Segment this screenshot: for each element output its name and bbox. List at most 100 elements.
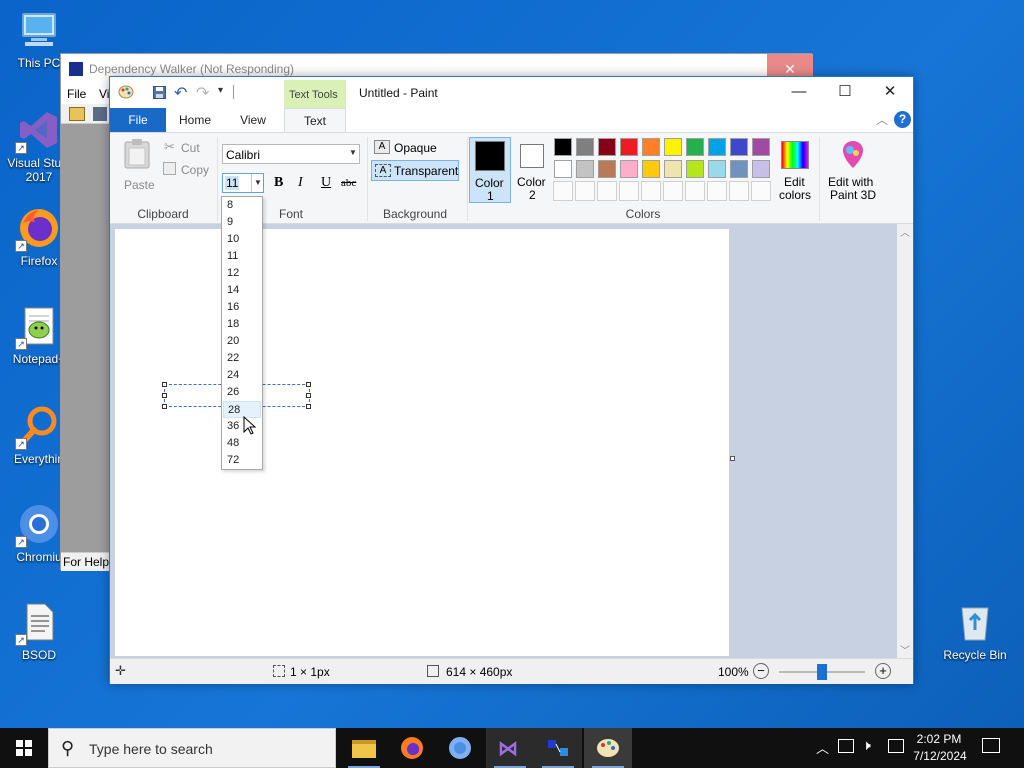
palette-swatch[interactable] bbox=[664, 160, 682, 178]
palette-swatch[interactable] bbox=[554, 138, 572, 156]
cut-button[interactable]: Cut bbox=[181, 141, 200, 155]
search-box[interactable]: ⚲ Type here to search bbox=[48, 728, 336, 768]
open-folder-icon[interactable] bbox=[69, 107, 85, 121]
palette-swatch[interactable] bbox=[620, 138, 638, 156]
copy-button[interactable]: Copy bbox=[181, 163, 209, 177]
taskbar-file-explorer[interactable] bbox=[340, 728, 388, 768]
paint-titlebar[interactable]: ↶ ↷ ▾ Text Tools Untitled - Paint — ☐ ✕ bbox=[110, 77, 913, 108]
font-size-option[interactable]: 16 bbox=[223, 299, 261, 316]
tab-text[interactable]: Text bbox=[284, 108, 346, 133]
palette-swatch[interactable] bbox=[554, 160, 572, 178]
resize-handle[interactable] bbox=[306, 382, 311, 387]
transparent-button[interactable]: A Transparent bbox=[371, 160, 459, 181]
palette-swatch[interactable] bbox=[686, 160, 704, 178]
tab-file[interactable]: File bbox=[110, 108, 166, 132]
font-family-select[interactable]: Calibri ▼ bbox=[222, 144, 360, 164]
palette-swatch[interactable] bbox=[642, 160, 660, 178]
desktop-icon-bsod[interactable]: ↗ BSOD bbox=[0, 600, 78, 662]
palette-custom-slot[interactable] bbox=[663, 181, 683, 201]
palette-custom-slot[interactable] bbox=[685, 181, 705, 201]
zoom-in-button[interactable]: + bbox=[875, 663, 891, 679]
palette-custom-slot[interactable] bbox=[729, 181, 749, 201]
edit-with-paint-3d-button[interactable]: Edit with Paint 3D bbox=[822, 137, 884, 203]
redo-icon[interactable]: ↷ bbox=[196, 83, 209, 103]
volume-muted-icon[interactable]: 🕨 bbox=[862, 737, 871, 754]
dw-menu-view[interactable]: Vi bbox=[99, 87, 109, 101]
palette-swatch[interactable] bbox=[598, 160, 616, 178]
maximize-button[interactable]: ☐ bbox=[822, 77, 868, 107]
font-size-option[interactable]: 14 bbox=[223, 282, 261, 299]
clock-time[interactable]: 2:02 PM bbox=[915, 732, 963, 746]
palette-swatch[interactable] bbox=[620, 160, 638, 178]
paste-button[interactable]: Paste bbox=[116, 137, 158, 195]
quick-save-icon[interactable] bbox=[153, 86, 166, 99]
font-size-option[interactable]: 24 bbox=[223, 367, 261, 384]
font-size-option[interactable]: 48 bbox=[223, 435, 261, 452]
palette-custom-slot[interactable] bbox=[641, 181, 661, 201]
show-hidden-icons-button[interactable]: ︿ bbox=[816, 738, 829, 757]
palette-swatch[interactable] bbox=[730, 138, 748, 156]
palette-swatch[interactable] bbox=[708, 138, 726, 156]
palette-custom-slot[interactable] bbox=[619, 181, 639, 201]
palette-custom-slot[interactable] bbox=[575, 181, 595, 201]
palette-custom-slot[interactable] bbox=[553, 181, 573, 201]
resize-handle[interactable] bbox=[306, 404, 311, 409]
font-size-option[interactable]: 20 bbox=[223, 333, 261, 350]
vertical-scrollbar[interactable]: ︿ ﹀ bbox=[897, 224, 913, 658]
resize-handle[interactable] bbox=[306, 393, 311, 398]
strikethrough-button[interactable]: abc bbox=[341, 177, 356, 189]
resize-handle[interactable] bbox=[162, 393, 167, 398]
palette-swatch[interactable] bbox=[686, 138, 704, 156]
palette-swatch[interactable] bbox=[752, 160, 770, 178]
minimize-button[interactable]: — bbox=[776, 77, 822, 107]
tab-home[interactable]: Home bbox=[170, 108, 220, 132]
underline-button[interactable]: U bbox=[321, 175, 331, 191]
italic-button[interactable]: I bbox=[298, 175, 303, 191]
font-size-select[interactable]: 11 ▼ bbox=[222, 173, 264, 193]
canvas-resize-handle[interactable] bbox=[730, 456, 735, 461]
palette-swatch[interactable] bbox=[664, 138, 682, 156]
save-icon[interactable] bbox=[93, 107, 107, 121]
tab-view[interactable]: View bbox=[228, 108, 278, 132]
customize-qat-icon[interactable]: ▾ bbox=[218, 85, 223, 96]
scroll-down-icon[interactable]: ﹀ bbox=[900, 642, 910, 657]
font-size-option[interactable]: 12 bbox=[223, 265, 261, 282]
edit-colors-button[interactable]: Edit colors bbox=[774, 137, 816, 203]
taskbar-visual-studio[interactable]: ⋈ bbox=[486, 728, 534, 768]
undo-icon[interactable]: ↶ bbox=[174, 83, 187, 103]
palette-swatch[interactable] bbox=[642, 138, 660, 156]
font-size-option[interactable]: 18 bbox=[223, 316, 261, 333]
network-icon[interactable] bbox=[838, 739, 854, 753]
zoom-slider[interactable] bbox=[779, 664, 865, 680]
taskbar-paint[interactable] bbox=[584, 728, 632, 768]
start-button[interactable] bbox=[0, 728, 48, 768]
palette-swatch[interactable] bbox=[576, 138, 594, 156]
help-icon[interactable]: ? bbox=[894, 111, 911, 128]
palette-custom-slot[interactable] bbox=[707, 181, 727, 201]
palette-swatch[interactable] bbox=[752, 138, 770, 156]
font-size-option[interactable]: 11 bbox=[223, 248, 261, 265]
opaque-button[interactable]: Opaque bbox=[394, 141, 437, 155]
color-1-button[interactable]: Color 1 bbox=[469, 137, 511, 203]
notification-settings-icon[interactable] bbox=[888, 739, 904, 753]
palette-swatch[interactable] bbox=[576, 160, 594, 178]
zoom-slider-thumb[interactable] bbox=[817, 664, 827, 680]
scroll-up-icon[interactable]: ︿ bbox=[900, 224, 910, 239]
font-size-option[interactable]: 72 bbox=[223, 452, 261, 469]
font-size-option[interactable]: 26 bbox=[223, 384, 261, 401]
palette-swatch[interactable] bbox=[598, 138, 616, 156]
drawing-canvas[interactable] bbox=[115, 229, 729, 656]
taskbar-firefox[interactable] bbox=[388, 728, 436, 768]
collapse-ribbon-icon[interactable]: ︿ bbox=[876, 111, 888, 128]
resize-handle[interactable] bbox=[162, 382, 167, 387]
palette-swatch[interactable] bbox=[730, 160, 748, 178]
font-size-option[interactable]: 8 bbox=[223, 197, 261, 214]
color-2-button[interactable]: Color 2 bbox=[512, 137, 554, 203]
palette-custom-slot[interactable] bbox=[597, 181, 617, 201]
taskbar-chromium[interactable] bbox=[436, 728, 484, 768]
bold-button[interactable]: B bbox=[274, 175, 283, 191]
dw-menu-file[interactable]: File bbox=[67, 87, 86, 101]
taskbar-dependency-walker[interactable] bbox=[534, 728, 582, 768]
font-size-option[interactable]: 9 bbox=[223, 214, 261, 231]
zoom-out-button[interactable]: − bbox=[753, 663, 769, 679]
